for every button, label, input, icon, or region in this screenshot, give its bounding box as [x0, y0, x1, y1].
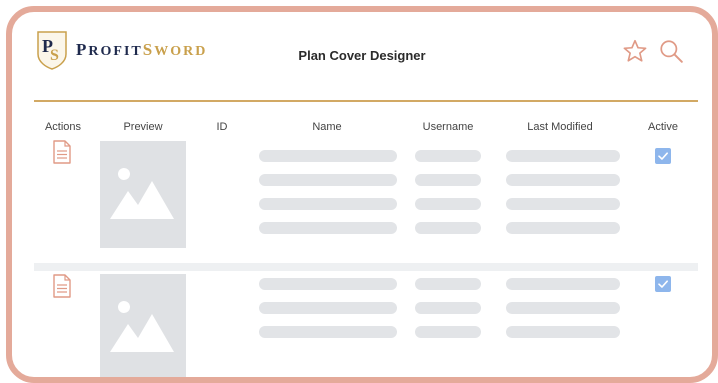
- column-header-last-modified[interactable]: Last Modified: [516, 121, 604, 133]
- username-placeholder: [415, 198, 481, 210]
- name-placeholder: [259, 278, 397, 290]
- name-placeholder: [259, 174, 397, 186]
- image-placeholder-icon: [110, 301, 174, 352]
- page-title: Plan Cover Designer: [298, 48, 426, 63]
- column-header-id[interactable]: ID: [210, 121, 234, 133]
- column-header-actions[interactable]: Actions: [36, 121, 90, 133]
- active-checkbox[interactable]: [655, 276, 671, 292]
- username-placeholder: [415, 174, 481, 186]
- star-icon[interactable]: [622, 38, 648, 64]
- column-header-username[interactable]: Username: [415, 121, 481, 133]
- row-divider: [34, 263, 698, 271]
- header-divider: [34, 100, 698, 102]
- last-modified-placeholder: [506, 174, 620, 186]
- checkmark-icon: [658, 280, 668, 288]
- column-header-active[interactable]: Active: [642, 121, 684, 133]
- username-placeholder: [415, 302, 481, 314]
- name-placeholder: [259, 326, 397, 338]
- username-placeholder: [415, 222, 481, 234]
- column-header-preview[interactable]: Preview: [112, 121, 174, 133]
- column-header-name[interactable]: Name: [302, 121, 352, 133]
- last-modified-placeholder: [506, 326, 620, 338]
- name-placeholder: [259, 198, 397, 210]
- checkmark-icon: [658, 152, 668, 160]
- preview-thumbnail[interactable]: [100, 274, 186, 377]
- username-placeholder: [415, 326, 481, 338]
- last-modified-placeholder: [506, 302, 620, 314]
- image-placeholder-icon: [110, 168, 174, 219]
- app-window: P S PROFITSWORD Plan Cover Designer Acti…: [6, 6, 718, 383]
- last-modified-placeholder: [506, 278, 620, 290]
- last-modified-placeholder: [506, 150, 620, 162]
- active-checkbox[interactable]: [655, 148, 671, 164]
- name-placeholder: [259, 150, 397, 162]
- last-modified-placeholder: [506, 222, 620, 234]
- last-modified-placeholder: [506, 198, 620, 210]
- document-icon[interactable]: [52, 140, 72, 164]
- name-placeholder: [259, 302, 397, 314]
- preview-thumbnail[interactable]: [100, 141, 186, 248]
- name-placeholder: [259, 222, 397, 234]
- document-icon[interactable]: [52, 274, 72, 298]
- username-placeholder: [415, 150, 481, 162]
- username-placeholder: [415, 278, 481, 290]
- search-icon[interactable]: [658, 38, 684, 64]
